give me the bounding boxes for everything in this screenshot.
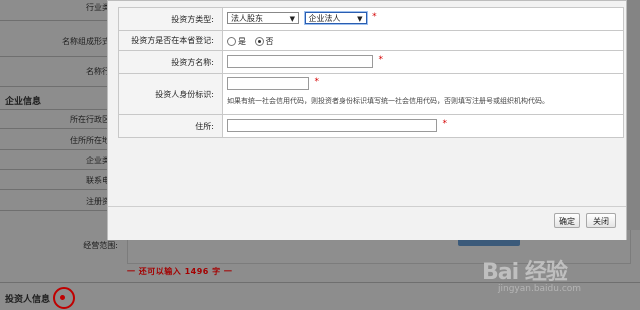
section-investor-info: 投资人信息 (5, 295, 51, 305)
required-mark: * (372, 12, 377, 22)
investor-id-hint: 如果有统一社会信用代码，则投资者身份标识填写统一社会信用代码，否则填写注册号或组… (227, 97, 549, 105)
section-enterprise-info: 企业信息 (5, 97, 42, 107)
row-investor-id: 投资人身份标识: * 如果有统一社会信用代码，则投资者身份标识填写统一社会信用代… (118, 74, 624, 115)
remaining-chars-text: 一 还可以输入 1496 字 一 (127, 267, 233, 276)
required-mark: * (442, 119, 448, 129)
watermark-url: jingyan.baidu.com (498, 284, 582, 294)
bg-label-industry: 行业类 (86, 3, 110, 12)
required-mark: * (314, 77, 320, 87)
row-registered: 投资方是否在本省登记: 是 否 (118, 31, 624, 51)
radio-yes[interactable] (227, 37, 236, 46)
confirm-button[interactable]: 确定 (554, 213, 580, 228)
investor-name-input[interactable] (227, 55, 373, 68)
investor-type-value: 法人股东 (231, 14, 263, 23)
bg-label-name-form: 名称组成形式 (62, 37, 110, 46)
add-investor-icon (60, 295, 65, 300)
investor-subtype-select[interactable]: 企业法人 ▼ (304, 12, 367, 24)
investor-id-label: 投资人身份标识: (119, 74, 223, 114)
investor-type-select[interactable]: 法人股东 ▼ (227, 12, 299, 24)
row-address: 住所: * (118, 115, 624, 138)
bg-label-phone: 联系电 (86, 176, 110, 185)
radio-no-label: 否 (265, 37, 274, 46)
radio-yes-label: 是 (238, 37, 246, 46)
row-investor-name: 投资方名称: * (118, 51, 624, 74)
bg-label-enterprise-type: 企业类 (86, 156, 110, 165)
watermark-logo: Bai 经验 (482, 260, 568, 285)
chevron-down-icon: ▼ (357, 15, 363, 23)
required-mark: * (378, 55, 384, 65)
bg-label-capital: 注册资 (86, 197, 110, 206)
investor-form: 投资方类型: 法人股东 ▼ 企业法人 ▼ * 投资方是否在本省登记: 是 否 投… (118, 7, 624, 138)
investor-name-label: 投资方名称: (119, 51, 223, 73)
scrollbar (625, 0, 640, 230)
radio-no[interactable] (254, 37, 264, 46)
bg-label-address-location: 住所所在地 (70, 136, 110, 145)
bg-label-district: 所在行政区 (70, 115, 110, 124)
row-investor-type: 投资方类型: 法人股东 ▼ 企业法人 ▼ * (118, 7, 624, 31)
address-label: 住所: (119, 115, 223, 137)
dialog-footer (108, 206, 626, 240)
close-button[interactable]: 关闭 (586, 213, 616, 228)
chevron-down-icon: ▼ (289, 15, 295, 23)
investor-type-label: 投资方类型: (119, 8, 223, 30)
bg-label-name-industry: 名称行 (86, 67, 110, 76)
registered-label: 投资方是否在本省登记: (119, 31, 223, 50)
investor-id-input[interactable] (227, 77, 309, 90)
add-investor-dialog: 投资方类型: 法人股东 ▼ 企业法人 ▼ * 投资方是否在本省登记: 是 否 投… (107, 0, 627, 240)
address-input[interactable] (227, 119, 437, 132)
investor-subtype-value: 企业法人 (308, 14, 341, 23)
bg-label-business-scope: 经营范围: (83, 241, 118, 250)
